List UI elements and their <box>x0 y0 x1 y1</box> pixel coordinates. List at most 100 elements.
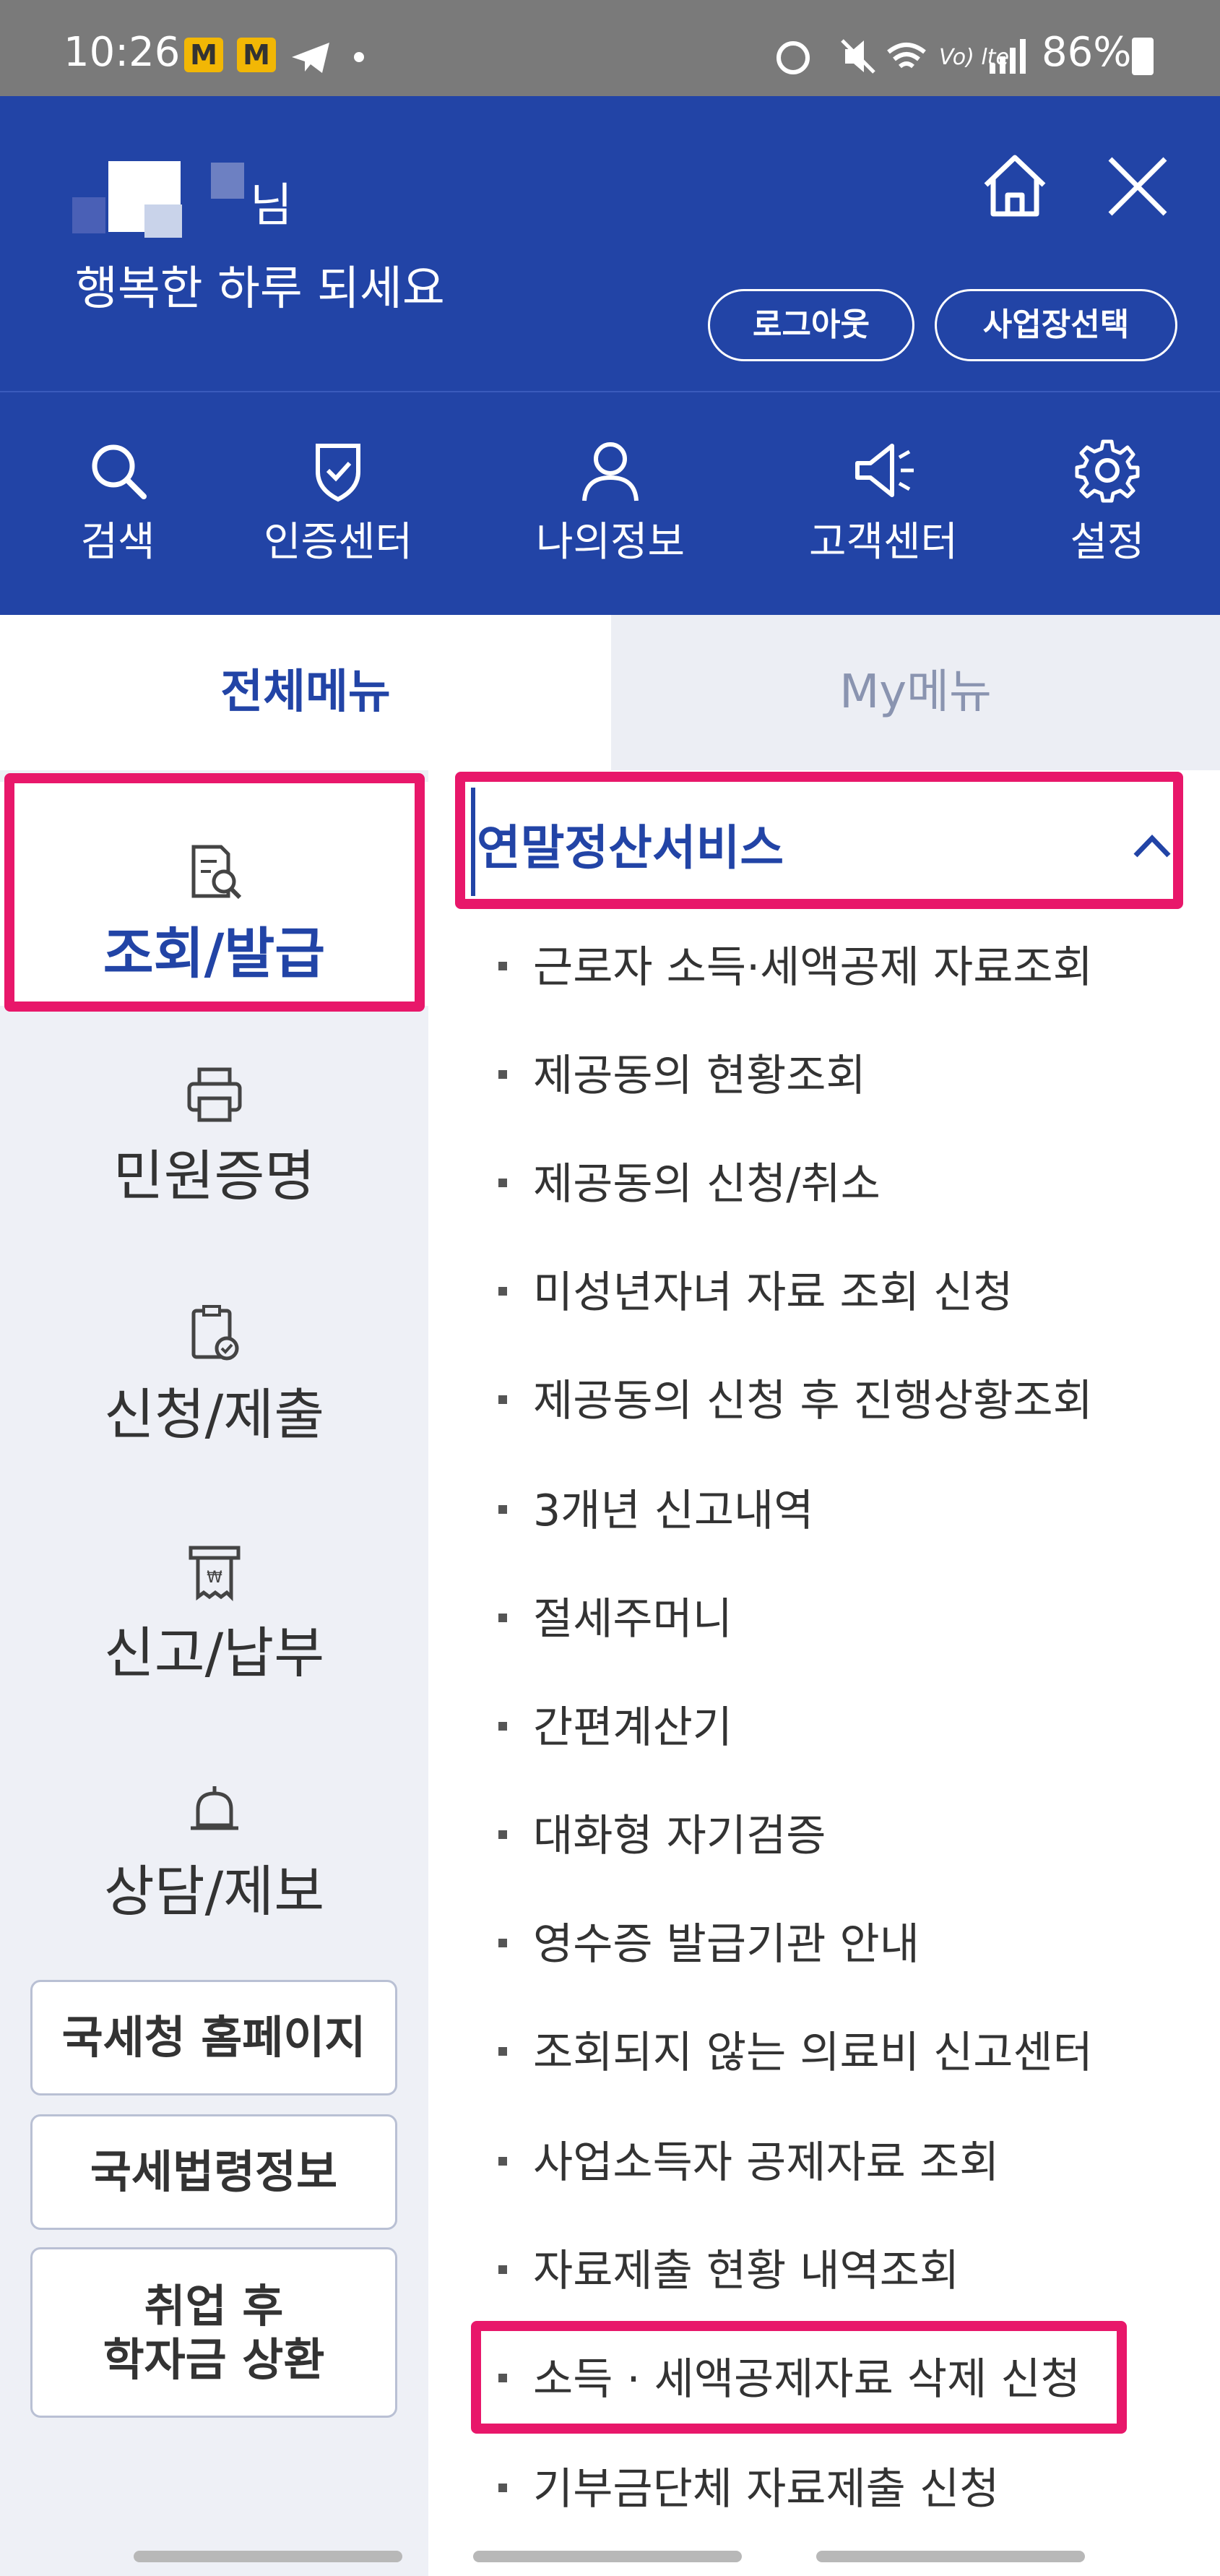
menu-item-label: 미성년자녀 자료 조회 신청 <box>533 1267 1013 1318</box>
user-icon <box>582 442 639 501</box>
bullet-icon <box>498 1179 507 1188</box>
blurred-username <box>72 197 105 233</box>
category-label: 민원증명 <box>113 1144 316 1208</box>
menu-item[interactable]: 제공동의 신청 후 진행상황조회 <box>498 1366 1093 1429</box>
category-label: 신고/납부 <box>103 1621 325 1685</box>
bullet-icon <box>498 2484 507 2493</box>
quick-nav: 검색 인증센터 나의정보 고객센터 설정 <box>0 392 1220 615</box>
menu-item-label: 제공동의 현황조회 <box>533 1051 866 1101</box>
menu-item-label: 3개년 신고내역 <box>533 1486 814 1536</box>
gear-icon <box>1075 439 1140 503</box>
quick-nav-my-info[interactable]: 나의정보 <box>524 436 697 568</box>
bell-icon <box>190 1786 238 1830</box>
printer-icon <box>187 1067 241 1122</box>
telegram-icon <box>292 43 329 73</box>
megaphone-icon <box>855 444 914 497</box>
menu-item[interactable]: 절세주머니 <box>498 1584 732 1647</box>
blurred-username <box>211 163 244 199</box>
menu-item[interactable]: 간편계산기 <box>498 1692 732 1755</box>
menu-item-label: 제공동의 신청/취소 <box>533 1159 881 1210</box>
menu-item-label: 사업소득자 공제자료 조회 <box>533 2137 1000 2188</box>
bullet-icon <box>498 1070 507 1080</box>
category-label: 신청/제출 <box>103 1382 325 1447</box>
search-icon <box>92 444 147 499</box>
bullet-icon <box>498 1722 507 1731</box>
bullet-icon <box>498 1830 507 1840</box>
gesture-bar <box>134 2551 402 2562</box>
button-line: 취업 후 <box>144 2280 284 2332</box>
battery-percent: 86% <box>1042 29 1132 76</box>
category-apply-submit[interactable]: 신청/제출 <box>0 1301 428 1449</box>
bullet-icon <box>498 2265 507 2275</box>
status-time: 10:26 <box>64 29 181 76</box>
menu-item[interactable]: 제공동의 현황조회 <box>498 1041 866 1103</box>
shield-check-icon <box>316 444 360 502</box>
category-report-pay[interactable]: ₩ 신고/납부 <box>0 1539 428 1688</box>
category-civil-certificates[interactable]: 민원증명 <box>0 1062 428 1211</box>
signal-label: Vo) lte <box>939 45 1009 70</box>
quick-nav-auth-center[interactable]: 인증센터 <box>251 436 425 568</box>
quick-nav-label: 설정 <box>1070 519 1145 566</box>
notification-badge-m: M <box>184 38 223 72</box>
bullet-icon <box>498 1505 507 1515</box>
svg-text:₩: ₩ <box>207 1569 222 1587</box>
logout-button[interactable]: 로그아웃 <box>708 289 914 361</box>
site-select-button[interactable]: 사업장선택 <box>935 289 1177 361</box>
menu-item-label: 간편계산기 <box>533 1702 732 1753</box>
close-icon[interactable] <box>1102 150 1174 223</box>
menu-item[interactable]: 근로자 소득·세액공제 자료조회 <box>498 932 1093 995</box>
receipt-icon: ₩ <box>189 1546 240 1602</box>
menu-item[interactable]: 자료제출 현황 내역조회 <box>498 2236 959 2299</box>
quick-nav-label: 검색 <box>80 519 155 566</box>
user-honorific: 님 <box>250 179 293 233</box>
bullet-icon <box>498 1287 507 1296</box>
menu-item[interactable]: 조회되지 않는 의료비 신고센터 <box>498 2017 1093 2080</box>
tax-law-info-button[interactable]: 국세법령정보 <box>30 2114 397 2230</box>
menu-item[interactable]: 사업소득자 공제자료 조회 <box>498 2127 999 2190</box>
bullet-icon <box>498 962 507 971</box>
quick-nav-settings[interactable]: 설정 <box>1021 436 1194 568</box>
bullet-icon <box>498 1939 507 1948</box>
menu-item-label: 자료제출 현황 내역조회 <box>533 2246 960 2296</box>
quick-nav-label: 고객센터 <box>808 519 959 566</box>
highlight-box <box>455 772 1183 909</box>
menu-item[interactable]: 기부금단체 자료제출 신청 <box>498 2454 999 2517</box>
gesture-bar <box>473 2551 742 2562</box>
bullet-icon <box>498 1395 507 1405</box>
menu-item-label: 대화형 자기검증 <box>533 1811 826 1861</box>
bullet-icon <box>498 2157 507 2166</box>
category-label: 상담/제보 <box>103 1859 325 1924</box>
notification-badge-m: M <box>237 38 276 72</box>
menu-item[interactable]: 제공동의 신청/취소 <box>498 1149 881 1212</box>
quick-nav-customer-center[interactable]: 고객센터 <box>797 436 970 568</box>
app-header: 님 행복한 하루 되세요 로그아웃 사업장선택 <box>0 96 1220 392</box>
clipboard-check-icon <box>191 1305 238 1361</box>
menu-item-label: 제공동의 신청 후 진행상황조회 <box>533 1376 1093 1426</box>
menu-item-label: 영수증 발급기관 안내 <box>533 1919 920 1970</box>
menu-item[interactable]: 미성년자녀 자료 조회 신청 <box>498 1257 1013 1320</box>
category-consult-report[interactable]: 상담/제보 <box>0 1778 428 1926</box>
menu-item-label: 근로자 소득·세액공제 자료조회 <box>533 942 1093 993</box>
blurred-username <box>144 204 182 238</box>
button-line: 학자금 상환 <box>103 2333 325 2386</box>
highlight-box <box>471 2321 1127 2434</box>
menu-item-label: 조회되지 않는 의료비 신고센터 <box>533 2028 1093 2078</box>
menu-item[interactable]: 영수증 발급기관 안내 <box>498 1909 920 1972</box>
status-bar: 10:26 M M Vo) lte 86% <box>0 0 1220 96</box>
menu-item-label: 기부금단체 자료제출 신청 <box>533 2464 1000 2515</box>
menu-item-label: 절세주머니 <box>533 1594 732 1645</box>
student-loan-repayment-button[interactable]: 취업 후 학자금 상환 <box>30 2247 397 2418</box>
tab-all-menu[interactable]: 전체메뉴 <box>0 615 611 770</box>
quick-nav-search[interactable]: 검색 <box>31 436 204 568</box>
quick-nav-label: 나의정보 <box>535 519 685 566</box>
menu-item[interactable]: 대화형 자기검증 <box>498 1801 826 1864</box>
bullet-icon <box>498 1614 507 1623</box>
tab-my-menu[interactable]: My메뉴 <box>611 615 1220 770</box>
greeting-text: 행복한 하루 되세요 <box>75 262 445 316</box>
nts-homepage-button[interactable]: 국세청 홈페이지 <box>30 1980 397 2095</box>
quick-nav-label: 인증센터 <box>263 519 413 566</box>
highlight-box <box>4 773 425 1012</box>
bullet-icon <box>498 2047 507 2056</box>
menu-item[interactable]: 3개년 신고내역 <box>498 1476 813 1538</box>
home-icon[interactable] <box>979 150 1051 223</box>
